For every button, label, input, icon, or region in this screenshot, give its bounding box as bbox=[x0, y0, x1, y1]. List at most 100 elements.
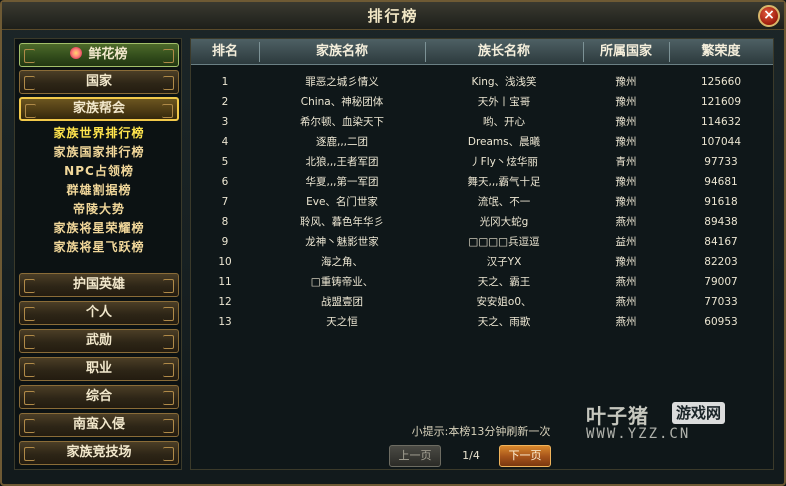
nav-nation[interactable]: 国家 bbox=[19, 70, 179, 94]
cell-rank: 8 bbox=[221, 216, 229, 228]
nav-overall[interactable]: 综合 bbox=[19, 385, 179, 409]
cell-nation: 豫州 bbox=[615, 196, 637, 208]
cell-leader-name: 舞天,,,霸气十足 bbox=[467, 176, 541, 188]
cell-prosperity: 107044 bbox=[700, 136, 742, 148]
nav-family-guild[interactable]: 家族帮会 bbox=[19, 97, 179, 121]
cell-family-name: China、神秘团体 bbox=[300, 96, 384, 108]
cell-rank: 5 bbox=[221, 156, 229, 168]
table-row[interactable]: 2 China、神秘团体 天外丨宝哥 豫州 121609 bbox=[191, 92, 773, 112]
sub-npc-occupation[interactable]: NPC占领榜 bbox=[19, 162, 179, 181]
category-sidebar: 鲜花榜 国家 家族帮会 家族世界排行榜 家族国家排行榜 NPC占领榜 群雄割据榜… bbox=[14, 38, 182, 470]
table-row[interactable]: 3 希尔顿、血染天下 哟、开心 豫州 114632 bbox=[191, 112, 773, 132]
cell-leader-name: 天之、雨歌 bbox=[477, 316, 531, 328]
cell-family-name: 天之恒 bbox=[326, 316, 358, 328]
cell-nation: 豫州 bbox=[615, 176, 637, 188]
cell-prosperity: 114632 bbox=[700, 116, 742, 128]
sub-family-world-ranking[interactable]: 家族世界排行榜 bbox=[19, 124, 179, 143]
table-row[interactable]: 7 Eve、名门世家 流氓、不一 豫州 91618 bbox=[191, 192, 773, 212]
cell-prosperity: 84167 bbox=[704, 236, 738, 248]
cell-family-name: □重铸帝业、 bbox=[310, 276, 374, 288]
header-family-name: 家族名称 bbox=[315, 44, 368, 59]
cell-prosperity: 125660 bbox=[700, 76, 742, 88]
table-row[interactable]: 4 逐鹿,,,二团 Dreams、晨曦 豫州 107044 bbox=[191, 132, 773, 152]
cell-nation: 豫州 bbox=[615, 116, 637, 128]
prev-page-button[interactable]: 上一页 bbox=[389, 445, 441, 467]
cell-prosperity: 89438 bbox=[704, 216, 738, 228]
cell-nation: 益州 bbox=[615, 236, 637, 248]
cell-family-name: 希尔顿、血染天下 bbox=[300, 116, 384, 128]
cell-prosperity: 77033 bbox=[704, 296, 738, 308]
table-row[interactable]: 12 战盟壹团 安安姐o0、 燕州 77033 bbox=[191, 292, 773, 312]
cell-nation: 燕州 bbox=[615, 316, 637, 328]
cell-prosperity: 121609 bbox=[700, 96, 742, 108]
cell-leader-name: 哟、开心 bbox=[483, 116, 525, 128]
cell-family-name: 龙神丶魅影世家 bbox=[305, 236, 379, 248]
flower-icon bbox=[70, 47, 83, 59]
cell-rank: 13 bbox=[218, 316, 232, 328]
window-title: 排行榜 bbox=[367, 7, 419, 25]
cell-prosperity: 82203 bbox=[704, 256, 738, 268]
table-row[interactable]: 6 华夏,,,第一军团 舞天,,,霸气十足 豫州 94681 bbox=[191, 172, 773, 192]
cell-leader-name: 汉子YX bbox=[486, 256, 522, 268]
page-indicator: 1/4 bbox=[462, 449, 480, 462]
cell-nation: 豫州 bbox=[615, 256, 637, 268]
cell-prosperity: 94681 bbox=[704, 176, 738, 188]
header-rank: 排名 bbox=[211, 44, 238, 59]
cell-prosperity: 79007 bbox=[704, 276, 738, 288]
cell-leader-name: Dreams、晨曦 bbox=[467, 136, 541, 148]
cell-family-name: 逐鹿,,,二团 bbox=[315, 136, 368, 148]
cell-family-name: Eve、名门世家 bbox=[306, 196, 378, 208]
nav-flower-ranking[interactable]: 鲜花榜 bbox=[19, 43, 179, 67]
header-leader-name: 族长名称 bbox=[477, 44, 530, 59]
nav-profession[interactable]: 职业 bbox=[19, 357, 179, 381]
cell-family-name: 罪恶之城彡情义 bbox=[305, 76, 379, 88]
cell-rank: 10 bbox=[218, 256, 232, 268]
cell-nation: 燕州 bbox=[615, 216, 637, 228]
cell-leader-name: 天外丨宝哥 bbox=[477, 96, 531, 108]
cell-rank: 6 bbox=[221, 176, 229, 188]
watermark-badge: 游戏网 bbox=[672, 402, 726, 424]
site-watermark: 叶子猪 游戏网 WWW.YZZ.CN bbox=[586, 400, 746, 444]
cell-family-name: 海之角、 bbox=[321, 256, 363, 268]
cell-nation: 燕州 bbox=[615, 296, 637, 308]
cell-rank: 7 bbox=[221, 196, 229, 208]
nav-family-arena[interactable]: 家族竞技场 bbox=[19, 441, 179, 465]
cell-prosperity: 60953 bbox=[704, 316, 738, 328]
table-row[interactable]: 1 罪恶之城彡情义 King、浅浅笑 豫州 125660 bbox=[191, 72, 773, 92]
cell-rank: 4 bbox=[221, 136, 229, 148]
nav-merit[interactable]: 武勋 bbox=[19, 329, 179, 353]
cell-nation: 燕州 bbox=[615, 276, 637, 288]
cell-nation: 豫州 bbox=[615, 76, 637, 88]
sub-family-nation-ranking[interactable]: 家族国家排行榜 bbox=[19, 143, 179, 162]
sub-general-honor[interactable]: 家族将星荣耀榜 bbox=[19, 219, 179, 238]
cell-leader-name: 安安姐o0、 bbox=[476, 296, 532, 308]
nav-personal[interactable]: 个人 bbox=[19, 301, 179, 325]
sub-warlord-ranking[interactable]: 群雄割据榜 bbox=[19, 181, 179, 200]
nav-national-hero[interactable]: 护国英雄 bbox=[19, 273, 179, 297]
nav-flower-label: 鲜花榜 bbox=[88, 47, 128, 62]
table-row[interactable]: 9 龙神丶魅影世家 □□□□兵逗逗 益州 84167 bbox=[191, 232, 773, 252]
table-row[interactable]: 11 □重铸帝业、 天之、霸王 燕州 79007 bbox=[191, 272, 773, 292]
close-button[interactable]: × bbox=[758, 5, 780, 27]
sub-general-leap[interactable]: 家族将星飞跃榜 bbox=[19, 238, 179, 257]
table-row[interactable]: 13 天之恒 天之、雨歌 燕州 60953 bbox=[191, 312, 773, 332]
header-prosperity: 繁荣度 bbox=[701, 44, 741, 59]
table-row[interactable]: 5 北狼,,,王者军团 丿Fly丶炫华丽 青州 97733 bbox=[191, 152, 773, 172]
table-row[interactable]: 10 海之角、 汉子YX 豫州 82203 bbox=[191, 252, 773, 272]
cell-nation: 豫州 bbox=[615, 136, 637, 148]
cell-leader-name: 光冈大蛇g bbox=[479, 216, 529, 228]
cell-nation: 豫州 bbox=[615, 96, 637, 108]
cell-rank: 2 bbox=[221, 96, 229, 108]
cell-leader-name: 流氓、不一 bbox=[477, 196, 531, 208]
next-page-button[interactable]: 下一页 bbox=[499, 445, 551, 467]
nav-southern-invasion[interactable]: 南蛮入侵 bbox=[19, 413, 179, 437]
table-row[interactable]: 8 聆风、暮色年华彡 光冈大蛇g 燕州 89438 bbox=[191, 212, 773, 232]
cell-rank: 1 bbox=[221, 76, 229, 88]
cell-rank: 3 bbox=[221, 116, 229, 128]
sub-imperial-tomb[interactable]: 帝陵大势 bbox=[19, 200, 179, 219]
cell-family-name: 聆风、暮色年华彡 bbox=[300, 216, 384, 228]
cell-prosperity: 91618 bbox=[704, 196, 738, 208]
title-bar: 排行榜 bbox=[2, 2, 784, 30]
cell-leader-name: 天之、霸王 bbox=[477, 276, 531, 288]
watermark-url: WWW.YZZ.CN bbox=[586, 426, 691, 442]
